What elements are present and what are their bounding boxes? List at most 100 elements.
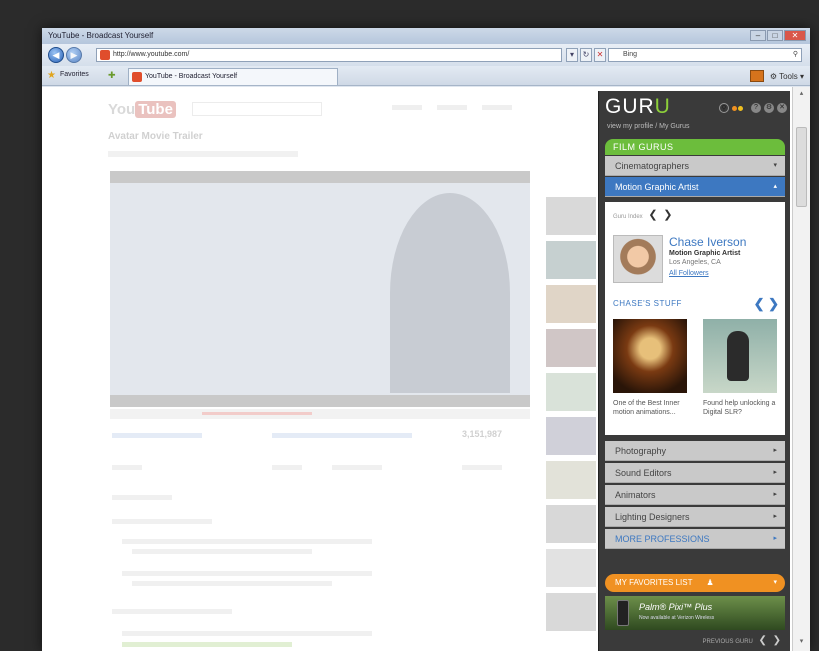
help-icon[interactable]: ? xyxy=(751,103,761,113)
related-video-thumb[interactable] xyxy=(546,461,596,499)
profession-animators[interactable]: Animators ▸ xyxy=(605,485,785,505)
comment-line xyxy=(132,549,312,554)
add-favorite-icon[interactable]: ✚ xyxy=(108,70,116,81)
comment-line xyxy=(132,581,332,586)
back-button[interactable]: ◀ xyxy=(48,47,64,63)
page-content: YouTube Avatar Movie Trailer 3,151,987 xyxy=(42,87,810,651)
refresh-icon[interactable]: ↻ xyxy=(580,48,592,62)
related-video-thumb[interactable] xyxy=(546,505,596,543)
title-bar: YouTube - Broadcast Yourself – □ ✕ xyxy=(42,28,810,44)
person-icon: ♟ xyxy=(706,578,714,587)
color-dots-icon[interactable] xyxy=(732,103,748,113)
toolbar-right: ⚙ Tools ▾ xyxy=(749,70,804,82)
tab-label: YouTube - Broadcast Yourself xyxy=(145,73,238,80)
close-button[interactable]: ✕ xyxy=(784,30,806,41)
stuff-thumbnail[interactable] xyxy=(703,319,777,393)
minimize-button[interactable]: – xyxy=(750,30,766,41)
scrollbar-thumb[interactable] xyxy=(796,127,807,207)
guru-toolbar: ⚲ ? ⚙ ✕ xyxy=(719,103,787,113)
ad-subtitle: Now available at Verizon Wireless xyxy=(639,615,715,621)
related-video-thumb[interactable] xyxy=(546,241,596,279)
profession-lighting-designers[interactable]: Lighting Designers ▸ xyxy=(605,507,785,527)
address-dropdown-icon[interactable]: ▾ xyxy=(566,48,578,62)
uploader-link[interactable] xyxy=(112,433,202,438)
search-placeholder: Bing xyxy=(623,51,638,58)
search-icon[interactable]: ⚲ xyxy=(793,49,798,61)
guru-location: Los Angeles, CA xyxy=(669,259,721,266)
phone-icon xyxy=(617,600,629,626)
action-button[interactable] xyxy=(112,465,142,470)
youtube-search-input[interactable] xyxy=(192,102,322,116)
youtube-nav-item[interactable] xyxy=(392,105,422,110)
comments-subheading xyxy=(112,609,232,614)
favorites-list-header[interactable]: MY FAVORITES LIST ♟ ▾ xyxy=(605,574,785,592)
comment-line xyxy=(122,539,372,544)
stuff-nav-arrows-icon[interactable]: ❮ ❯ xyxy=(754,296,779,312)
comment-line xyxy=(122,631,372,636)
profession-motion-graphic-artist[interactable]: Motion Graphic Artist ▴ xyxy=(605,177,785,197)
address-bar[interactable]: http://www.youtube.com/ xyxy=(96,48,562,62)
action-button[interactable] xyxy=(272,465,302,470)
tools-menu[interactable]: ⚙ Tools ▾ xyxy=(770,72,804,81)
youtube-nav-item[interactable] xyxy=(437,105,467,110)
page-favicon-icon xyxy=(100,50,110,60)
scroll-up-icon[interactable]: ▴ xyxy=(795,89,808,101)
related-video-thumb[interactable] xyxy=(546,329,596,367)
related-video-thumb[interactable] xyxy=(546,593,596,631)
close-icon[interactable]: ✕ xyxy=(777,103,787,113)
player-progress[interactable] xyxy=(202,412,312,415)
guru-profile-link[interactable]: view my profile / My Gurus xyxy=(607,123,689,130)
search-icon[interactable]: ⚲ xyxy=(719,103,729,113)
related-video-thumb[interactable] xyxy=(546,197,596,235)
related-video-thumb[interactable] xyxy=(546,549,596,587)
settings-icon[interactable]: ⚙ xyxy=(764,103,774,113)
avatar[interactable] xyxy=(613,235,663,283)
scroll-down-icon[interactable]: ▾ xyxy=(795,637,808,649)
footer-next-icon[interactable]: ❯ xyxy=(773,635,781,646)
action-button[interactable] xyxy=(332,465,382,470)
profession-sound-editors[interactable]: Sound Editors ▸ xyxy=(605,463,785,483)
ad-banner[interactable]: Palm® Pixi™ Plus Now available at Verizo… xyxy=(605,596,785,630)
guru-detail-card: Guru Index ❮ ❯ Chase Iverson Motion Grap… xyxy=(605,202,785,435)
related-video-thumb[interactable] xyxy=(546,285,596,323)
stuff-thumbnail[interactable] xyxy=(613,319,687,393)
followers-link[interactable]: All Followers xyxy=(669,270,709,277)
favorites-label[interactable]: Favorites xyxy=(60,71,89,78)
search-input[interactable]: Bing ⚲ xyxy=(608,48,802,62)
guru-logo[interactable]: GURU xyxy=(605,95,671,119)
guru-role: Motion Graphic Artist xyxy=(669,250,741,257)
film-gurus-header[interactable]: FILM GURUS xyxy=(605,139,785,155)
subscribe-text[interactable] xyxy=(272,433,412,438)
stuff-caption[interactable]: One of the Best Inner motion animations.… xyxy=(613,399,687,417)
guru-toolbar-icon[interactable] xyxy=(749,70,764,82)
youtube-logo[interactable]: You Tube xyxy=(108,101,176,118)
guru-footer: PREVIOUS GURU ❮ ❯ xyxy=(702,635,781,646)
comment-line xyxy=(122,571,372,576)
stuff-caption[interactable]: Found help unlocking a Digital SLR? xyxy=(703,399,777,417)
related-video-thumb[interactable] xyxy=(546,373,596,411)
maximize-button[interactable]: □ xyxy=(767,30,783,41)
page-scrollbar[interactable]: ▴ ▾ xyxy=(792,87,810,651)
view-count: 3,151,987 xyxy=(462,429,503,439)
profession-cinematographers[interactable]: Cinematographers ▾ xyxy=(605,156,785,176)
stuff-heading: CHASE'S STUFF xyxy=(613,299,682,308)
address-row: ◀ ▶ http://www.youtube.com/ ▾ ↻ ✕ Bing ⚲ xyxy=(42,44,810,66)
footer-prev-icon[interactable]: ❮ xyxy=(759,635,767,646)
stop-icon[interactable]: ✕ xyxy=(594,48,606,62)
browser-window: YouTube - Broadcast Yourself – □ ✕ ◀ ▶ h… xyxy=(42,28,810,651)
comments-subheading xyxy=(112,519,212,524)
ad-title: Palm® Pixi™ Plus xyxy=(639,602,713,612)
action-button[interactable] xyxy=(462,465,502,470)
forward-button[interactable]: ▶ xyxy=(66,47,82,63)
guru-name[interactable]: Chase Iverson xyxy=(669,235,746,249)
youtube-nav-item[interactable] xyxy=(482,105,512,110)
profession-photography[interactable]: Photography ▸ xyxy=(605,441,785,461)
tab-youtube[interactable]: YouTube - Broadcast Yourself xyxy=(128,68,338,85)
more-professions[interactable]: MORE PROFESSIONS ▸ xyxy=(605,529,785,549)
prev-guru-icon[interactable]: ❮ xyxy=(648,209,657,221)
video-player[interactable] xyxy=(110,171,530,407)
related-video-thumb[interactable] xyxy=(546,417,596,455)
player-controls[interactable] xyxy=(110,409,530,419)
next-guru-icon[interactable]: ❯ xyxy=(663,209,672,221)
favorites-star-icon[interactable]: ★ xyxy=(47,70,56,81)
